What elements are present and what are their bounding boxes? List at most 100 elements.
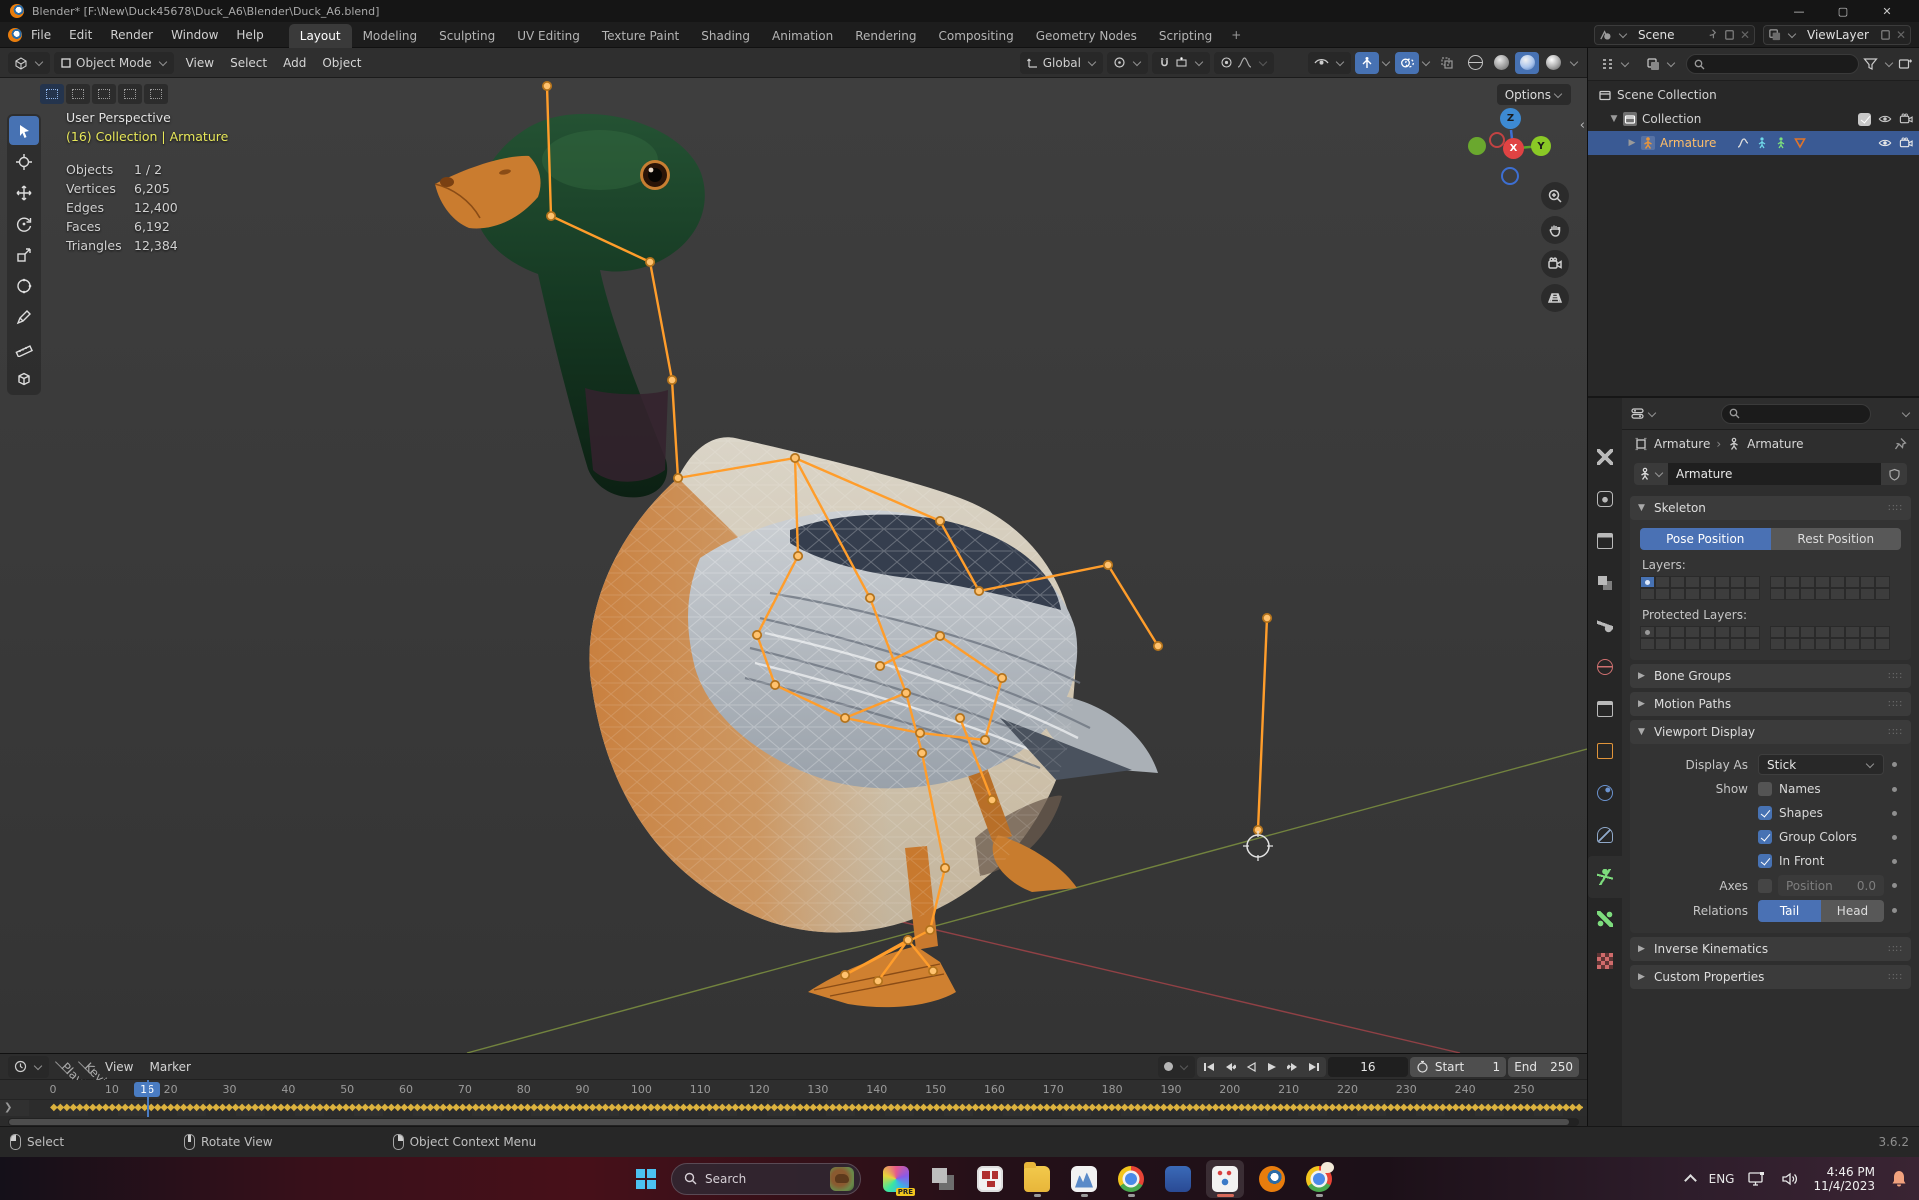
layer-cell[interactable] (1745, 588, 1760, 600)
layer-cell[interactable] (1845, 626, 1860, 638)
layer-cell[interactable] (1655, 588, 1670, 600)
properties-tab[interactable] (1588, 562, 1622, 604)
layer-cell[interactable] (1770, 588, 1785, 600)
start-value[interactable]: 1 (1470, 1060, 1501, 1074)
properties-editor-type-button[interactable] (1630, 406, 1657, 421)
volume-icon[interactable] (1781, 1171, 1799, 1187)
panel-grip-icon[interactable]: ∷∷ (1888, 972, 1903, 983)
inverse-kinematics-panel-header[interactable]: ▶ Inverse Kinematics ∷∷ (1630, 937, 1911, 961)
show-overlays-button[interactable] (1395, 51, 1419, 74)
panel-grip-icon[interactable]: ∷∷ (1888, 727, 1903, 738)
layer-cell[interactable] (1785, 638, 1800, 650)
panel-grip-icon[interactable]: ∷∷ (1888, 503, 1903, 514)
unlink-scene-icon[interactable]: ✕ (1740, 28, 1750, 42)
datablock-type-dropdown[interactable] (1634, 463, 1668, 485)
layer-cell[interactable] (1875, 626, 1890, 638)
camera-view-button[interactable] (1541, 250, 1569, 278)
layer-cell[interactable] (1860, 576, 1875, 588)
new-scene-icon[interactable] (1723, 28, 1736, 41)
editor-type-button[interactable] (8, 51, 50, 74)
properties-tab[interactable] (1588, 856, 1622, 898)
layer-cell[interactable] (1800, 576, 1815, 588)
layer-cell[interactable] (1715, 576, 1730, 588)
next-keyframe-button[interactable] (1283, 1058, 1303, 1076)
network-icon[interactable] (1748, 1171, 1767, 1187)
layer-cell[interactable] (1640, 588, 1655, 600)
viewport-menu-item[interactable]: View (178, 52, 222, 74)
show-gizmo-visibility[interactable] (1308, 51, 1351, 74)
layer-cell[interactable] (1800, 638, 1815, 650)
close-button[interactable]: ✕ (1865, 0, 1909, 22)
layer-cell[interactable] (1845, 638, 1860, 650)
animate-property-dot[interactable] (1892, 858, 1897, 864)
breadcrumb-object[interactable]: Armature (1654, 437, 1710, 451)
chevron-down-icon[interactable] (1901, 408, 1911, 417)
layer-cell[interactable] (1860, 588, 1875, 600)
select-set-button[interactable] (40, 84, 64, 104)
keyframes-band[interactable]: ◆◆◆◆◆◆◆◆◆◆◆◆◆◆◆◆◆◆◆◆◆◆◆◆◆◆◆◆◆◆◆◆◆◆◆◆◆◆◆◆… (50, 1100, 1583, 1116)
playhead[interactable] (147, 1080, 150, 1117)
properties-tab[interactable] (1588, 520, 1622, 562)
select-invert-button[interactable] (118, 84, 142, 104)
select-subtract-button[interactable] (92, 84, 116, 104)
search-highlight-image[interactable] (830, 1166, 854, 1191)
viewport-menu-item[interactable]: Object (314, 52, 369, 74)
layer-cell[interactable] (1670, 638, 1685, 650)
protected-grid-right[interactable] (1770, 626, 1892, 650)
gizmo-x-axis[interactable]: X (1503, 138, 1524, 159)
layer-cell[interactable] (1770, 638, 1785, 650)
properties-tab[interactable] (1588, 730, 1622, 772)
gizmo-y-axis[interactable]: Y (1531, 136, 1551, 156)
workspace-tab[interactable]: Animation (761, 24, 844, 48)
rotate-tool[interactable] (9, 209, 39, 238)
view-layer-name[interactable]: ViewLayer (1801, 28, 1875, 42)
layer-cell[interactable] (1685, 638, 1700, 650)
layer-cell[interactable] (1685, 576, 1700, 588)
language-indicator[interactable]: ENG (1709, 1172, 1735, 1186)
rendered-shading-button[interactable] (1541, 52, 1565, 74)
outliner-row-scene-collection[interactable]: Scene Collection (1588, 83, 1919, 107)
outliner-row-collection[interactable]: ▼ Collection (1588, 107, 1919, 131)
blender-menu-icon[interactable] (8, 27, 22, 42)
properties-tab[interactable] (1588, 478, 1622, 520)
layer-cell[interactable] (1815, 638, 1830, 650)
notification-bell-icon[interactable] (1889, 1169, 1909, 1189)
falloff-curve-icon[interactable] (1237, 56, 1252, 69)
properties-search-input[interactable] (1721, 403, 1871, 424)
layer-cell[interactable] (1785, 588, 1800, 600)
layer-cell[interactable] (1785, 576, 1800, 588)
move-tool[interactable] (9, 178, 39, 207)
channel-expand-arrow[interactable]: ❯ (4, 1102, 12, 1113)
menu-item[interactable]: Window (162, 24, 227, 46)
timeline-menu-item[interactable]: Marker (141, 1057, 198, 1077)
layer-cell[interactable] (1830, 626, 1845, 638)
layer-cell[interactable] (1655, 626, 1670, 638)
layer-cell[interactable] (1815, 576, 1830, 588)
layer-cell[interactable] (1655, 576, 1670, 588)
properties-tab[interactable] (1588, 940, 1622, 982)
scene-name[interactable]: Scene (1632, 28, 1702, 42)
taskbar-app-icon[interactable] (1112, 1160, 1150, 1198)
maximize-button[interactable]: ▢ (1821, 0, 1865, 22)
hide-eye-icon[interactable] (1878, 112, 1892, 126)
layer-cell[interactable] (1640, 576, 1655, 588)
layer-cell[interactable] (1745, 626, 1760, 638)
layer-cell[interactable] (1730, 588, 1745, 600)
layer-cell[interactable] (1730, 576, 1745, 588)
animate-property-dot[interactable] (1892, 786, 1897, 792)
remove-view-layer-icon[interactable]: ✕ (1896, 28, 1906, 42)
outliner-display-mode-button[interactable] (1640, 53, 1682, 75)
layer-cell[interactable] (1875, 638, 1890, 650)
minimize-button[interactable]: — (1777, 0, 1821, 22)
timeline-menu-item[interactable]: Playback (55, 1057, 106, 1108)
fake-user-shield-button[interactable] (1881, 463, 1907, 485)
disable-render-camera-icon[interactable] (1899, 112, 1913, 126)
disclosure-triangle-icon[interactable]: ▶ (1628, 138, 1636, 148)
viewport-menu-item[interactable]: Select (222, 52, 275, 74)
axes-position-field[interactable]: Position 0.0 (1778, 875, 1884, 896)
checkbox[interactable] (1758, 782, 1772, 796)
xray-toggle-button[interactable] (1435, 52, 1459, 74)
menu-item[interactable]: File (22, 24, 60, 46)
new-view-layer-icon[interactable] (1879, 28, 1892, 41)
workspace-tab[interactable]: UV Editing (506, 24, 591, 48)
